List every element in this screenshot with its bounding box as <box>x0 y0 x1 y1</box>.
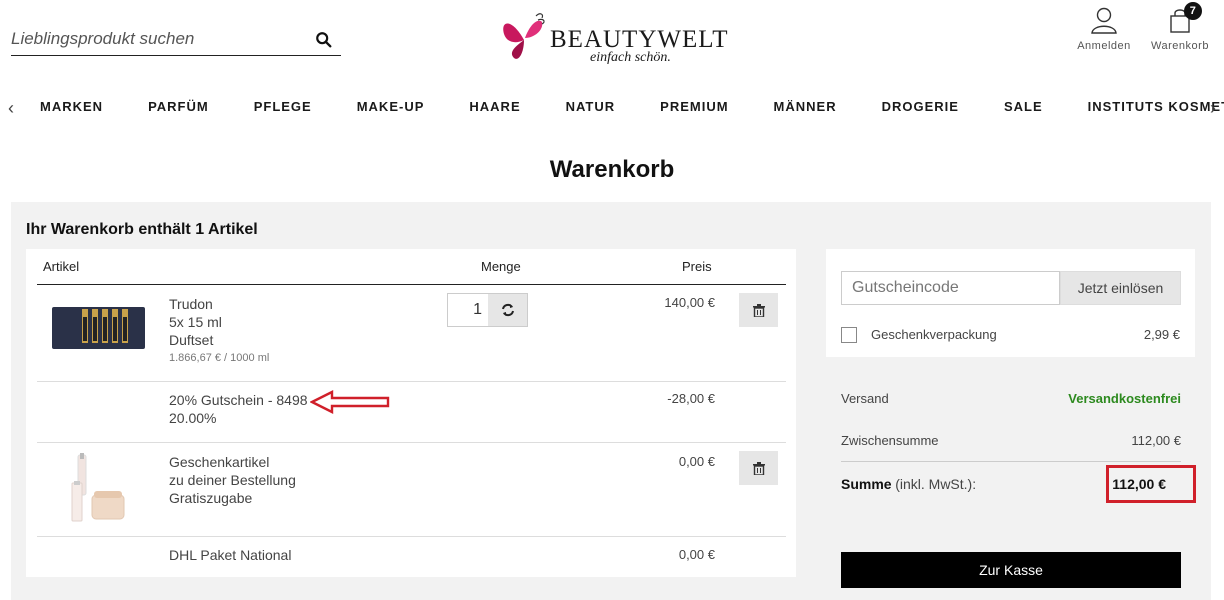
row-price: -28,00 € <box>667 391 715 406</box>
product-type: Duftset <box>169 332 214 348</box>
voucher-details: 20% Gutschein - 8498 20.00% <box>169 391 308 427</box>
search-icon[interactable] <box>315 31 333 49</box>
search-input[interactable] <box>11 26 301 52</box>
shipping-summary-row: Versand Versandkostenfrei <box>841 391 1181 406</box>
nav-item-pflege[interactable]: PFLEGE <box>254 99 312 114</box>
nav-item-sale[interactable]: SALE <box>1004 99 1043 114</box>
cart-button[interactable]: 7 Warenkorb <box>1146 2 1214 52</box>
column-header-preis: Preis <box>682 259 712 274</box>
nav-scroll-right-icon[interactable]: › <box>1210 98 1216 119</box>
nav-item-maenner[interactable]: MÄNNER <box>774 99 837 114</box>
gift-wrap-checkbox[interactable] <box>841 327 857 343</box>
remove-item-button[interactable] <box>739 293 778 327</box>
header-divider <box>37 284 786 285</box>
column-header-artikel: Artikel <box>43 259 80 274</box>
nav-item-premium[interactable]: PREMIUM <box>660 99 728 114</box>
quantity-stepper <box>447 293 528 327</box>
page-title: Warenkorb <box>549 156 675 183</box>
cart-table: Artikel Menge Preis Trudon 5x 15 ml Duft… <box>26 249 796 577</box>
nav-item-drogerie[interactable]: DROGERIE <box>882 99 959 114</box>
voucher-code-input[interactable] <box>841 271 1060 305</box>
remove-gift-button[interactable] <box>739 451 778 485</box>
shipping-value: Versandkostenfrei <box>1068 391 1181 406</box>
product-unit-price: 1.866,67 € / 1000 ml <box>169 352 270 364</box>
row-price: 0,00 € <box>678 547 715 562</box>
shipping-method: DHL Paket National <box>169 547 292 563</box>
cart-heading: Ihr Warenkorb enthält 1 Artikel <box>26 221 258 238</box>
voucher-box: Jetzt einlösen Geschenkverpackung 2,99 € <box>826 249 1195 357</box>
search-bar <box>11 24 341 56</box>
nav-item-parfuem[interactable]: PARFÜM <box>148 99 209 114</box>
nav-item-haare[interactable]: HAARE <box>469 99 520 114</box>
row-divider <box>37 536 786 537</box>
nav-item-marken[interactable]: MARKEN <box>40 99 103 114</box>
redeem-voucher-button[interactable]: Jetzt einlösen <box>1060 271 1181 305</box>
subtotal-value: 112,00 € <box>1131 433 1181 448</box>
product-size: 5x 15 ml <box>169 314 222 330</box>
voucher-percentage: 20.00% <box>169 410 217 426</box>
cart-label: Warenkorb <box>1151 40 1209 52</box>
shipping-label: Versand <box>841 391 889 406</box>
cart-count-badge: 7 <box>1184 2 1202 20</box>
column-header-menge: Menge <box>481 259 521 274</box>
product-image[interactable] <box>50 303 147 351</box>
row-price: 0,00 € <box>678 454 715 469</box>
nav-menu: MARKEN PARFÜM PFLEGE MAKE-UP HAARE NATUR… <box>40 99 1224 114</box>
annotation-arrow-icon <box>310 390 390 414</box>
row-divider <box>37 381 786 382</box>
total-note: (inkl. MwSt.): <box>895 476 977 492</box>
refresh-icon <box>501 303 514 317</box>
total-label: Summe <box>841 476 892 492</box>
user-icon <box>1091 7 1117 34</box>
login-label: Anmelden <box>1077 40 1131 52</box>
gift-wrap-label: Geschenkverpackung <box>871 327 997 342</box>
butterfly-logo-icon <box>503 13 545 59</box>
row-price: 140,00 € <box>664 295 715 310</box>
cart-panel: Ihr Warenkorb enthält 1 Artikel Artikel … <box>11 202 1211 600</box>
product-name[interactable]: Trudon <box>169 295 269 313</box>
refresh-quantity-button[interactable] <box>488 294 527 326</box>
nav-scroll-left-icon[interactable]: ‹ <box>8 98 14 119</box>
main-navigation: ‹ MARKEN PARFÜM PFLEGE MAKE-UP HAARE NAT… <box>0 90 1224 124</box>
gift-description: zu deiner Bestellung <box>169 472 296 488</box>
trash-icon <box>752 461 765 475</box>
row-divider <box>37 442 786 443</box>
gift-product-image[interactable] <box>68 453 128 523</box>
total-highlight-box <box>1106 465 1196 503</box>
trash-icon <box>752 303 765 317</box>
quantity-input[interactable] <box>448 294 488 326</box>
site-logo[interactable]: BEAUTYWELT einfach schön. <box>498 8 728 70</box>
product-details: Trudon 5x 15 ml Duftset 1.866,67 € / 100… <box>169 295 269 367</box>
gift-note: Gratiszugabe <box>169 490 253 506</box>
nav-item-make-up[interactable]: MAKE-UP <box>357 99 425 114</box>
subtotal-row: Zwischensumme 112,00 € <box>841 433 1181 448</box>
subtotal-label: Zwischensumme <box>841 433 939 448</box>
login-button[interactable]: Anmelden <box>1070 6 1138 52</box>
logo-tagline: einfach schön. <box>590 50 671 65</box>
nav-item-natur[interactable]: NATUR <box>566 99 616 114</box>
nav-item-instituts-kosmetik[interactable]: INSTITUTS KOSMETIK <box>1088 99 1224 114</box>
gift-wrap-price: 2,99 € <box>1143 327 1180 342</box>
checkout-button[interactable]: Zur Kasse <box>841 552 1181 588</box>
gift-name: Geschenkartikel <box>169 454 270 470</box>
gift-details: Geschenkartikel zu deiner Bestellung Gra… <box>169 453 296 507</box>
voucher-name: 20% Gutschein - 8498 <box>169 392 308 408</box>
summary-divider <box>841 461 1181 462</box>
